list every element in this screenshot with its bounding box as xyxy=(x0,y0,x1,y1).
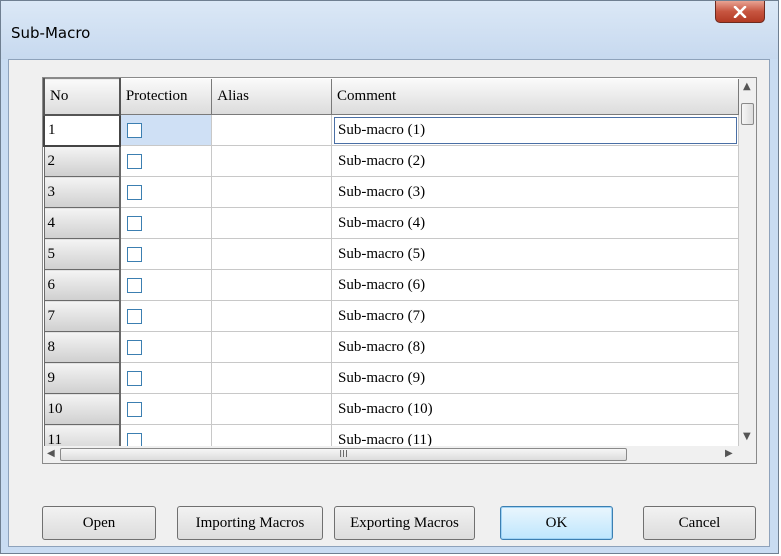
scroll-right-icon[interactable]: ▶ xyxy=(725,448,733,459)
scroll-left-icon[interactable]: ◀ xyxy=(47,448,55,459)
sub-macro-dialog: Sub-Macro No Protection Alias Comment 1 … xyxy=(0,0,779,554)
horizontal-scrollbar[interactable]: ◀ III ▶ xyxy=(43,446,739,463)
protection-cell[interactable] xyxy=(119,114,213,146)
column-header-protection[interactable]: Protection xyxy=(119,78,213,115)
row-number[interactable]: 2 xyxy=(43,145,121,177)
table-row[interactable]: 3 Sub-macro (3) xyxy=(43,176,739,208)
row-number[interactable]: 6 xyxy=(43,269,121,301)
table-row[interactable]: 7 Sub-macro (7) xyxy=(43,300,739,332)
window-title: Sub-Macro xyxy=(11,24,91,42)
table-row[interactable]: 9 Sub-macro (9) xyxy=(43,362,739,394)
cancel-button[interactable]: Cancel xyxy=(643,506,756,540)
alias-cell[interactable] xyxy=(211,176,333,208)
scroll-up-icon[interactable]: ▲ xyxy=(743,81,751,92)
row-number[interactable]: 10 xyxy=(43,393,121,425)
alias-cell[interactable] xyxy=(211,207,333,239)
protection-checkbox[interactable] xyxy=(126,246,142,262)
alias-cell[interactable] xyxy=(211,145,333,177)
comment-cell[interactable]: Sub-macro (8) xyxy=(331,331,739,363)
comment-cell[interactable]: Sub-macro (3) xyxy=(331,176,739,208)
comment-cell[interactable]: Sub-macro (5) xyxy=(331,238,739,270)
table-row[interactable]: 2 Sub-macro (2) xyxy=(43,145,739,177)
column-header-alias[interactable]: Alias xyxy=(211,78,333,115)
comment-cell[interactable]: Sub-macro (10) xyxy=(331,393,739,425)
scroll-corner xyxy=(739,446,756,463)
comment-cell[interactable]: Sub-macro (1) xyxy=(331,114,739,146)
close-icon xyxy=(733,5,747,18)
table-row[interactable]: 5 Sub-macro (5) xyxy=(43,238,739,270)
comment-cell[interactable]: Sub-macro (9) xyxy=(331,362,739,394)
row-number[interactable]: 4 xyxy=(43,207,121,239)
alias-cell[interactable] xyxy=(211,424,333,446)
alias-cell[interactable] xyxy=(211,331,333,363)
protection-cell[interactable] xyxy=(119,145,213,177)
dialog-body: No Protection Alias Comment 1 Sub-macro (… xyxy=(8,59,770,547)
protection-cell[interactable] xyxy=(119,269,213,301)
alias-cell[interactable] xyxy=(211,269,333,301)
table-row[interactable]: 4 Sub-macro (4) xyxy=(43,207,739,239)
protection-checkbox[interactable] xyxy=(126,153,142,169)
protection-checkbox[interactable] xyxy=(126,432,142,446)
alias-cell[interactable] xyxy=(211,362,333,394)
macro-table: No Protection Alias Comment 1 Sub-macro (… xyxy=(43,78,739,446)
vertical-scroll-thumb[interactable] xyxy=(741,103,754,125)
comment-cell[interactable]: Sub-macro (4) xyxy=(331,207,739,239)
open-button[interactable]: Open xyxy=(42,506,156,540)
close-button[interactable] xyxy=(715,1,765,23)
column-header-no[interactable]: No xyxy=(43,78,121,116)
alias-cell[interactable] xyxy=(211,300,333,332)
row-number[interactable]: 8 xyxy=(43,331,121,363)
protection-checkbox[interactable] xyxy=(126,339,142,355)
alias-cell[interactable] xyxy=(211,393,333,425)
row-number[interactable]: 7 xyxy=(43,300,121,332)
scroll-down-icon[interactable]: ▼ xyxy=(743,431,751,442)
comment-cell[interactable]: Sub-macro (2) xyxy=(331,145,739,177)
protection-checkbox[interactable] xyxy=(126,122,142,138)
row-number[interactable]: 3 xyxy=(43,176,121,208)
protection-checkbox[interactable] xyxy=(126,215,142,231)
exporting-macros-button[interactable]: Exporting Macros xyxy=(334,506,475,540)
protection-cell[interactable] xyxy=(119,238,213,270)
title-bar: Sub-Macro xyxy=(1,1,778,59)
table-row[interactable]: 10 Sub-macro (10) xyxy=(43,393,739,425)
protection-checkbox[interactable] xyxy=(126,308,142,324)
comment-cell[interactable]: Sub-macro (7) xyxy=(331,300,739,332)
scroll-grip: III xyxy=(339,449,348,460)
protection-cell[interactable] xyxy=(119,176,213,208)
macro-grid: No Protection Alias Comment 1 Sub-macro (… xyxy=(42,77,757,464)
protection-checkbox[interactable] xyxy=(126,401,142,417)
protection-cell[interactable] xyxy=(119,331,213,363)
alias-cell[interactable] xyxy=(211,114,333,146)
table-row[interactable]: 8 Sub-macro (8) xyxy=(43,331,739,363)
protection-cell[interactable] xyxy=(119,393,213,425)
protection-cell[interactable] xyxy=(119,362,213,394)
ok-button[interactable]: OK xyxy=(500,506,613,540)
row-number[interactable]: 1 xyxy=(43,113,121,147)
table-row[interactable]: 6 Sub-macro (6) xyxy=(43,269,739,301)
row-number[interactable]: 9 xyxy=(43,362,121,394)
protection-cell[interactable] xyxy=(119,207,213,239)
horizontal-scroll-thumb[interactable]: III xyxy=(60,448,627,461)
protection-cell[interactable] xyxy=(119,424,213,446)
protection-cell[interactable] xyxy=(119,300,213,332)
protection-checkbox[interactable] xyxy=(126,277,142,293)
protection-checkbox[interactable] xyxy=(126,370,142,386)
comment-cell[interactable]: Sub-macro (6) xyxy=(331,269,739,301)
table-row[interactable]: 11 Sub-macro (11) xyxy=(43,424,739,446)
column-header-comment[interactable]: Comment xyxy=(331,78,739,115)
row-number[interactable]: 5 xyxy=(43,238,121,270)
vertical-scrollbar[interactable]: ▲ ▼ xyxy=(739,78,756,446)
row-number[interactable]: 11 xyxy=(43,424,121,446)
table-row[interactable]: 1 Sub-macro (1) xyxy=(43,113,739,147)
protection-checkbox[interactable] xyxy=(126,184,142,200)
alias-cell[interactable] xyxy=(211,238,333,270)
comment-cell[interactable]: Sub-macro (11) xyxy=(331,424,739,446)
importing-macros-button[interactable]: Importing Macros xyxy=(177,506,323,540)
